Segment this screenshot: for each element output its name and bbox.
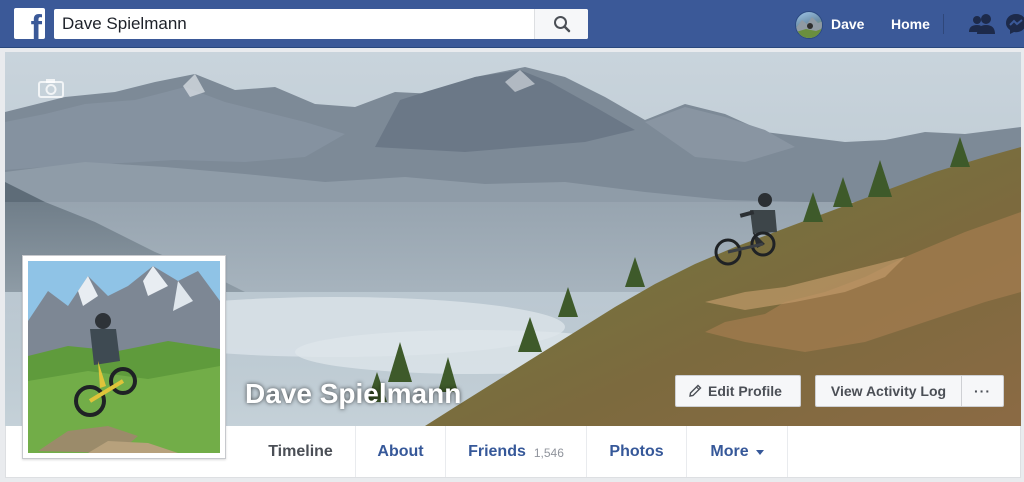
pencil-icon [689,384,702,397]
search-box [54,9,588,39]
edit-profile-label: Edit Profile [708,383,782,399]
view-activity-log-label: View Activity Log [830,383,947,399]
tab-about-label: About [377,442,424,460]
tab-photos[interactable]: Photos [587,426,687,477]
search-button[interactable] [534,9,588,39]
tab-timeline-label: Timeline [268,442,333,460]
search-icon [553,16,570,33]
search-input[interactable] [54,9,534,39]
friend-requests-icon[interactable] [968,13,996,35]
profile-picture-image [28,261,220,453]
tab-photos-label: Photos [609,442,664,460]
friends-count: 1,546 [533,446,564,460]
profile-picture[interactable] [22,255,226,459]
facebook-logo-icon[interactable]: f [14,8,45,39]
profile-name[interactable]: Dave Spielmann [245,378,461,410]
user-avatar[interactable] [795,11,823,39]
more-options-button[interactable]: ··· [961,375,1004,407]
tab-friends[interactable]: Friends 1,546 [446,426,587,477]
camera-icon[interactable] [38,78,64,98]
nav-divider [943,14,944,34]
tab-friends-label: Friends [468,442,526,460]
edit-profile-button[interactable]: Edit Profile [675,375,801,407]
nav-home-link[interactable]: Home [891,16,930,32]
tab-about[interactable]: About [356,426,446,477]
nav-user-name[interactable]: Dave [831,16,864,32]
tab-timeline[interactable]: Timeline [246,426,356,477]
messages-icon[interactable] [1005,13,1024,35]
top-navigation-bar: f Dave Home [0,0,1024,48]
tab-more-label: More [710,442,749,460]
tab-more[interactable]: More [687,426,788,477]
chevron-down-icon [755,450,764,455]
view-activity-log-button[interactable]: View Activity Log [815,375,961,407]
